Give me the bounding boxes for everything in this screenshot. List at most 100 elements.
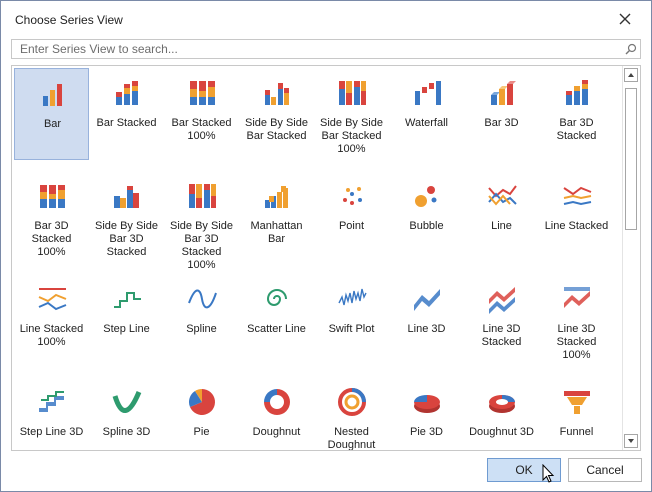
series-view-item[interactable]: Spline 3D	[89, 377, 164, 450]
series-view-item[interactable]: Doughnut	[239, 377, 314, 450]
series-view-label: Spline 3D	[102, 426, 151, 438]
series-view-label: Pie 3D	[409, 426, 444, 438]
series-view-item[interactable]: Point	[314, 171, 389, 263]
series-view-item[interactable]: Bar 3D Stacked 100%	[14, 171, 89, 263]
series-view-label: Line 3D Stacked	[481, 323, 522, 348]
series-view-item[interactable]: Swift Plot	[314, 274, 389, 366]
step-line-icon	[114, 292, 141, 308]
step-line-3d-icon	[39, 391, 64, 412]
series-view-item[interactable]: Bar Stacked 100%	[164, 68, 239, 160]
doughnut-3d-icon	[489, 395, 515, 413]
series-view-label: Funnel	[559, 426, 594, 438]
series-view-item[interactable]: Spline	[164, 274, 239, 366]
series-view-label: Bubble	[409, 220, 444, 232]
side-by-side-bar-3d-stacked-100-icon	[189, 184, 216, 208]
scroll-thumb[interactable]	[625, 88, 637, 230]
series-view-label: Side By Side Bar 3D Stacked 100%	[170, 220, 233, 271]
series-view-label: Pie	[193, 426, 210, 438]
series-view-item[interactable]: Doughnut 3D	[464, 377, 539, 450]
bar-3d-stacked-icon	[566, 80, 588, 105]
bar-stacked-100-icon	[190, 81, 215, 105]
series-view-label: Bar 3D Stacked 100%	[31, 220, 72, 258]
series-view-label: Doughnut 3D	[469, 426, 534, 438]
search-icon[interactable]	[625, 43, 637, 55]
choose-series-view-dialog: Choose Series View Bar Bar Stacked Bar S…	[0, 0, 652, 492]
series-view-item[interactable]: Pie	[164, 377, 239, 450]
pie-icon	[188, 388, 215, 415]
series-view-item[interactable]: Waterfall	[389, 68, 464, 160]
series-view-label: Line Stacked	[544, 220, 609, 232]
series-view-item[interactable]: Funnel	[539, 377, 614, 450]
scroll-up-button[interactable]	[624, 68, 638, 82]
series-view-label: Side By Side Bar Stacked 100%	[320, 117, 383, 155]
series-view-item[interactable]: Line 3D Stacked	[464, 274, 539, 366]
cancel-button[interactable]: Cancel	[568, 458, 642, 482]
series-view-item[interactable]: Line 3D	[389, 274, 464, 366]
search-box	[11, 39, 641, 59]
series-view-label: Bar Stacked 100%	[171, 117, 232, 142]
line-stacked-icon	[563, 186, 592, 206]
bubble-icon	[415, 186, 437, 207]
series-view-label: Bar	[43, 118, 62, 130]
series-view-item[interactable]: Side By Side Bar 3D Stacked	[89, 171, 164, 263]
series-view-item[interactable]: Manhattan Bar	[239, 171, 314, 263]
series-view-item[interactable]: Side By Side Bar 3D Stacked 100%	[164, 171, 239, 271]
line-3d-stacked-100-icon	[564, 287, 590, 308]
series-view-item[interactable]: Step Line 3D	[14, 377, 89, 450]
search-input[interactable]	[12, 40, 615, 58]
pie-3d-icon	[414, 395, 440, 413]
line-3d-stacked-icon	[489, 287, 515, 314]
triangle-down-icon	[628, 439, 634, 443]
series-view-label: Bar Stacked	[96, 117, 157, 129]
series-view-item[interactable]: Pie 3D	[389, 377, 464, 450]
series-view-item[interactable]: Scatter Line	[239, 274, 314, 366]
series-view-label: Step Line 3D	[19, 426, 84, 438]
bar-stacked-icon	[116, 81, 138, 105]
series-view-label: Line 3D Stacked 100%	[556, 323, 597, 361]
scatter-line-icon	[266, 289, 287, 306]
series-view-item[interactable]: Side By Side Bar Stacked	[239, 68, 314, 160]
swift-plot-icon	[338, 288, 367, 306]
side-by-side-bar-stacked-icon	[265, 83, 289, 105]
series-view-label: Doughnut	[252, 426, 301, 438]
series-view-label: Waterfall	[405, 117, 448, 129]
series-view-item[interactable]: Line	[464, 171, 539, 263]
manhattan-bar-icon	[265, 186, 288, 208]
series-view-label: Manhattan Bar	[250, 220, 303, 245]
series-view-label: Line 3D	[407, 323, 446, 335]
series-view-label: Step Line	[103, 323, 150, 335]
series-view-item[interactable]: Nested Doughnut	[314, 377, 389, 451]
series-view-label: Nested Doughnut	[327, 426, 376, 451]
scroll-down-button[interactable]	[624, 434, 638, 448]
series-view-label: Bar 3D Stacked	[556, 117, 597, 142]
line-3d-icon	[414, 289, 440, 311]
series-view-label: Swift Plot	[328, 323, 375, 335]
nested-doughnut-icon	[338, 388, 366, 416]
doughnut-icon	[264, 389, 290, 415]
series-view-label: Bar 3D	[484, 117, 519, 129]
series-view-item[interactable]: Line Stacked	[539, 171, 614, 263]
spline-icon	[188, 289, 217, 309]
series-view-label: Point	[338, 220, 365, 232]
series-view-item[interactable]: Bar 3D Stacked	[539, 68, 614, 160]
series-view-item[interactable]: Line 3D Stacked 100%	[539, 274, 614, 366]
waterfall-icon	[415, 81, 441, 105]
series-view-item[interactable]: Side By Side Bar Stacked 100%	[314, 68, 389, 160]
series-view-item[interactable]: Bar 3D	[464, 68, 539, 160]
bar-icon	[43, 84, 62, 106]
series-view-label: Scatter Line	[247, 323, 306, 335]
vertical-scrollbar[interactable]	[622, 66, 640, 450]
series-view-item[interactable]: Line Stacked 100%	[14, 274, 89, 366]
dialog-title: Choose Series View	[15, 13, 123, 27]
close-icon[interactable]	[617, 11, 633, 27]
series-view-gallery: Bar Bar Stacked Bar Stacked 100% Side By…	[11, 65, 641, 451]
series-view-item[interactable]: Bar Stacked	[89, 68, 164, 160]
spline-3d-icon	[112, 391, 142, 413]
series-view-item[interactable]: Bar	[14, 68, 89, 160]
bar-3d-icon	[491, 81, 516, 105]
series-view-label: Spline	[186, 323, 217, 335]
series-view-item[interactable]: Step Line	[89, 274, 164, 366]
series-view-label: Line Stacked 100%	[19, 323, 84, 348]
side-by-side-bar-stacked-100-icon	[339, 81, 366, 105]
series-view-item[interactable]: Bubble	[389, 171, 464, 263]
